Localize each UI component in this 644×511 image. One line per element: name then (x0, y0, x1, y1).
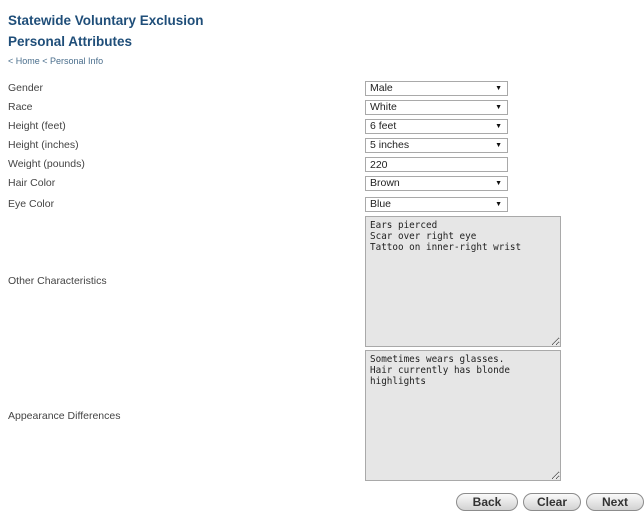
breadcrumb: < Home < Personal Info (8, 56, 103, 66)
breadcrumb-personal-info-link[interactable]: < Personal Info (42, 56, 103, 66)
height-inches-label: Height (inches) (8, 139, 79, 151)
other-characteristics-label: Other Characteristics (8, 275, 107, 287)
eye-color-select[interactable]: Blue ▼ (365, 197, 508, 212)
clear-button[interactable]: Clear (523, 493, 581, 511)
page-subtitle: Personal Attributes (8, 34, 133, 49)
appearance-differences-label: Appearance Differences (8, 410, 121, 422)
eye-color-label: Eye Color (8, 198, 55, 210)
chevron-down-icon: ▼ (495, 85, 502, 92)
race-select[interactable]: White ▼ (365, 100, 508, 115)
page-title: Statewide Voluntary Exclusion (8, 13, 204, 28)
height-inches-select-value: 5 inches (370, 139, 410, 151)
height-feet-label: Height (feet) (8, 120, 66, 132)
hair-color-select-value: Brown (370, 177, 400, 189)
gender-label: Gender (8, 82, 44, 94)
back-button[interactable]: Back (456, 493, 518, 511)
appearance-differences-textarea[interactable]: Sometimes wears glasses. Hair currently … (365, 350, 561, 481)
race-select-value: White (370, 101, 397, 113)
weight-label: Weight (pounds) (8, 158, 85, 170)
other-characteristics-textarea[interactable]: Ears pierced Scar over right eye Tattoo … (365, 216, 561, 347)
chevron-down-icon: ▼ (495, 142, 502, 149)
chevron-down-icon: ▼ (495, 180, 502, 187)
chevron-down-icon: ▼ (495, 104, 502, 111)
gender-select[interactable]: Male ▼ (365, 81, 508, 96)
eye-color-select-value: Blue (370, 198, 392, 210)
race-label: Race (8, 101, 33, 113)
chevron-down-icon: ▼ (495, 123, 502, 130)
height-feet-select[interactable]: 6 feet ▼ (365, 119, 508, 134)
breadcrumb-home-link[interactable]: < Home (8, 56, 40, 66)
chevron-down-icon: ▼ (495, 201, 502, 208)
next-button[interactable]: Next (586, 493, 644, 511)
gender-select-value: Male (370, 82, 393, 94)
height-inches-select[interactable]: 5 inches ▼ (365, 138, 508, 153)
hair-color-select[interactable]: Brown ▼ (365, 176, 508, 191)
weight-input[interactable] (365, 157, 508, 172)
hair-color-label: Hair Color (8, 177, 56, 189)
height-feet-select-value: 6 feet (370, 120, 397, 132)
